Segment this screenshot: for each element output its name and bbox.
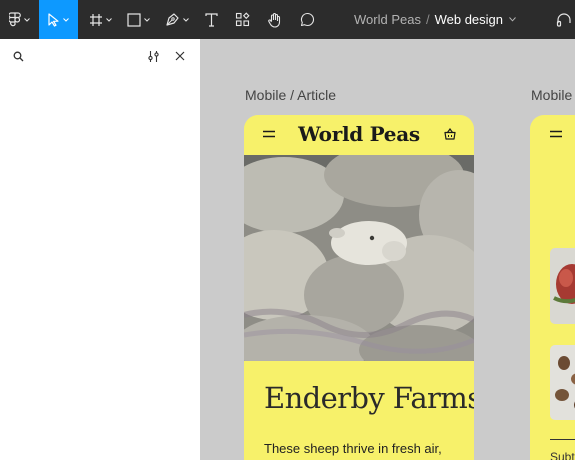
left-panel bbox=[0, 39, 200, 460]
hand-tool-button[interactable] bbox=[261, 0, 289, 39]
chevron-down-icon bbox=[183, 17, 189, 22]
headphones-button[interactable] bbox=[556, 0, 575, 39]
hamburger-menu-icon bbox=[550, 130, 562, 138]
frame-label[interactable]: Mobile / Article bbox=[245, 87, 336, 103]
subtitle-text: Subt bbox=[550, 450, 575, 460]
project-name[interactable]: World Peas bbox=[354, 12, 421, 27]
hand-tool-icon bbox=[268, 12, 281, 28]
pen-tool-icon bbox=[166, 13, 179, 26]
text-tool-button[interactable] bbox=[198, 0, 224, 39]
toolbar: World Peas / Web design bbox=[0, 0, 575, 39]
close-search-button[interactable] bbox=[172, 48, 188, 64]
brand-logo: World Peas bbox=[298, 122, 420, 146]
filter-settings-button[interactable] bbox=[145, 48, 161, 64]
comment-tool-button[interactable] bbox=[294, 0, 320, 39]
product-image bbox=[550, 345, 575, 420]
close-icon bbox=[175, 51, 185, 61]
search-input[interactable] bbox=[30, 46, 135, 66]
main-menu-button[interactable] bbox=[0, 0, 38, 39]
breadcrumb-separator: / bbox=[425, 12, 430, 27]
article-title: Enderby Farms bbox=[264, 381, 474, 415]
move-tool-icon bbox=[48, 12, 59, 27]
search-button[interactable] bbox=[10, 48, 26, 64]
move-tool-button[interactable] bbox=[39, 0, 78, 39]
search-icon bbox=[13, 51, 23, 61]
resources-button[interactable] bbox=[228, 0, 256, 39]
frame-label[interactable]: Mobile bbox=[531, 87, 572, 103]
divider bbox=[550, 439, 575, 440]
file-name[interactable]: Web design bbox=[435, 12, 503, 27]
components-icon bbox=[235, 12, 250, 27]
mobile-frame[interactable]: Subt bbox=[530, 115, 575, 460]
pen-tool-button[interactable] bbox=[159, 0, 195, 39]
comment-icon bbox=[300, 12, 314, 27]
product-image bbox=[550, 248, 575, 324]
shape-tool-icon bbox=[126, 12, 141, 27]
headphones-icon bbox=[556, 12, 571, 27]
frame-tool-icon bbox=[89, 13, 102, 26]
chevron-down-icon bbox=[23, 17, 30, 22]
chevron-down-icon bbox=[63, 17, 69, 22]
hero-image bbox=[244, 143, 474, 375]
mobile-article-frame[interactable]: World Peas Enderby Farms These sheep thr… bbox=[244, 115, 474, 460]
text-tool-icon bbox=[204, 12, 218, 27]
filter-settings-icon bbox=[147, 50, 159, 62]
shopping-basket-icon bbox=[444, 128, 456, 140]
chevron-down-icon bbox=[143, 17, 150, 22]
chevron-down-icon[interactable] bbox=[509, 17, 516, 22]
file-breadcrumb[interactable]: World Peas / Web design bbox=[354, 0, 516, 39]
frame-tool-button[interactable] bbox=[82, 0, 118, 39]
article-body: These sheep thrive in fresh air, bbox=[264, 441, 442, 456]
figma-menu-icon bbox=[8, 11, 21, 26]
mobile-header: World Peas bbox=[244, 115, 474, 155]
chevron-down-icon bbox=[105, 17, 112, 22]
shape-tool-button[interactable] bbox=[120, 0, 156, 39]
